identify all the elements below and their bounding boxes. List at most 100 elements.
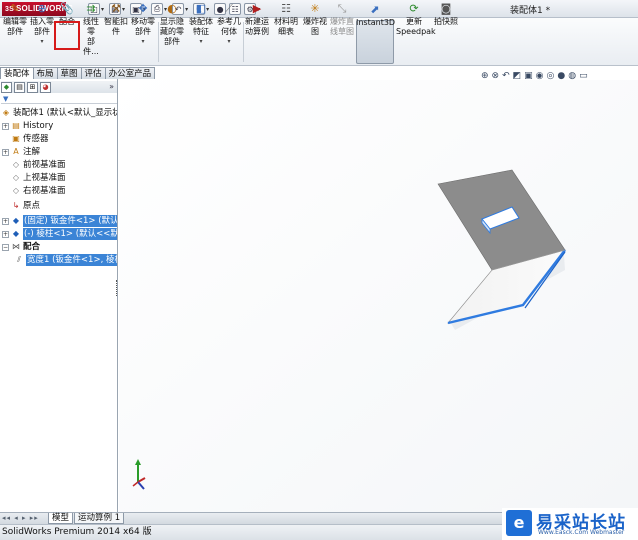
tab-scroll-arrows-icon[interactable]: ◂◂ ◂ ▸ ▸▸ — [2, 514, 39, 522]
annotation-icon: A — [13, 147, 19, 156]
tree-item-sheetmetal-part[interactable]: + ◆ (固定) 钣金件<1> (默认<< — [2, 215, 117, 227]
reference-geometry-icon: ⟋ — [225, 2, 233, 15]
smart-fastener-icon: ⚒ — [111, 2, 121, 15]
display-manager-tab-icon[interactable]: ◕ — [40, 81, 51, 93]
apply-scene-icon[interactable]: ◍ — [568, 71, 576, 81]
origin-icon: ↳ — [12, 201, 20, 210]
watermark: e 易采站长站 Www.Easck.Com Webmaster — [502, 508, 638, 540]
panel-tabs: ◆ ▤ ⊞ ◕ » — [1, 81, 117, 93]
window-title: 装配体1 * — [510, 6, 551, 16]
collapse-toggle[interactable]: − — [2, 243, 9, 251]
zoom-to-fit-icon[interactable]: ⊕ — [481, 71, 489, 81]
instant3d-button[interactable]: ⬈ Instant3D — [356, 3, 395, 28]
tree-item-sensors[interactable]: ▣ 传感器 — [2, 133, 117, 145]
new-motion-study-icon: ▶ — [252, 2, 262, 15]
part-icon: ◆ — [12, 229, 20, 238]
expand-toggle[interactable]: + — [2, 217, 9, 225]
part-icon: ◆ — [12, 216, 20, 225]
view-settings-icon[interactable]: ▭ — [579, 71, 588, 81]
smart-fastener-button[interactable]: ⚒ 智能扣 件 — [104, 2, 128, 37]
take-snapshot-button[interactable]: ◙ 拍快照 — [434, 2, 458, 27]
sensor-icon: ▣ — [12, 134, 20, 143]
mates-folder-icon: ⋈ — [12, 242, 20, 251]
command-tabs: 装配体 布局 草图 评估 办公室产品 — [0, 67, 172, 79]
watermark-logo-icon: e — [506, 510, 532, 536]
speedpak-icon: ⟳ — [409, 2, 419, 15]
configuration-manager-tab-icon[interactable]: ⊞ — [27, 81, 38, 93]
tree-item-origin[interactable]: ↳ 原点 — [2, 200, 117, 212]
edit-appearance-icon[interactable]: ● — [557, 71, 565, 81]
panel-expand-icon[interactable]: » — [109, 82, 114, 91]
assembly-icon: ◈ — [2, 108, 10, 117]
previous-view-icon[interactable]: ↶ — [502, 71, 510, 81]
move-component-button[interactable]: ✥ 移动零 部件 ▾ — [130, 2, 156, 47]
move-component-icon: ✥ — [138, 2, 148, 15]
width-mate-icon: ⫽ — [17, 255, 21, 264]
reference-geometry-button[interactable]: ⟋ 参考几 何体 ▾ — [216, 2, 242, 47]
new-motion-study-button[interactable]: ▶ 新建运 动算例 — [244, 2, 270, 37]
tree-item-annotations[interactable]: + A 注解 — [2, 146, 117, 158]
plane-icon: ◇ — [12, 186, 20, 195]
tab-layout[interactable]: 布局 — [32, 67, 58, 79]
hide-show-icon[interactable]: ◎ — [547, 71, 555, 81]
x-axis-icon — [137, 477, 146, 483]
tree-item-width-mate[interactable]: ⫽ 宽度1 (钣金件<1>, 棱柱 — [14, 254, 117, 266]
tree-item-top-plane[interactable]: ◇ 上视基准面 — [2, 172, 117, 184]
assembly-feature-icon: ◧ — [195, 2, 207, 15]
tree-item-mates[interactable]: − ⋈ 配合 — [2, 241, 117, 253]
move-dropdown-icon[interactable]: ▾ — [130, 37, 156, 47]
show-hidden-components-button[interactable]: ◐ 显示隐 藏的零 部件 — [160, 2, 184, 47]
expand-toggle[interactable]: + — [2, 148, 9, 156]
x-axis-neg-icon — [132, 481, 139, 487]
expand-toggle[interactable]: + — [2, 230, 9, 238]
linear-pattern-button[interactable]: ⇉ 线性零 部件... — [80, 2, 102, 57]
edit-component-button[interactable]: ✎ 编辑零 部件 — [2, 2, 28, 37]
view-orientation-icon[interactable]: ▣ — [524, 71, 533, 81]
tree-item-front-plane[interactable]: ◇ 前视基准面 — [2, 159, 117, 171]
tab-evaluate[interactable]: 评估 — [80, 67, 106, 79]
update-speedpak-button[interactable]: ⟳ 更新 Speedpak — [396, 2, 436, 37]
filter-icon[interactable]: ▼ — [1, 95, 117, 104]
section-view-icon[interactable]: ◩ — [513, 71, 522, 81]
insert-dropdown-icon[interactable]: ▾ — [30, 37, 54, 47]
insert-component-button[interactable]: ⊕ 插入零 部件 ▾ — [30, 2, 54, 47]
model-viewport — [119, 80, 638, 512]
tree-root[interactable]: ◈ 装配体1 (默认<默认_显示状态 — [1, 107, 117, 119]
mate-highlight-box — [54, 21, 80, 50]
plane-icon: ◇ — [12, 173, 20, 182]
zoom-area-icon[interactable]: ⊗ — [492, 71, 500, 81]
bill-of-materials-button[interactable]: ☷ 材料明 细表 — [273, 2, 299, 37]
feature-manager-tab-icon[interactable]: ◆ — [1, 81, 12, 93]
mate-icon: 📎 — [60, 2, 74, 15]
graphics-area[interactable] — [119, 80, 638, 512]
z-axis-icon — [137, 481, 145, 490]
tree-item-history[interactable]: + ▤ History — [2, 120, 117, 132]
exploded-view-button[interactable]: ✳ 爆炸视 图 — [302, 2, 328, 37]
plane-icon: ◇ — [12, 160, 20, 169]
insert-component-icon: ⊕ — [37, 2, 47, 15]
explode-line-icon: ⤡ — [337, 2, 347, 15]
tab-assembly[interactable]: 装配体 — [0, 67, 34, 79]
tab-office-products[interactable]: 办公室产品 — [104, 67, 156, 79]
explode-line-sketch-button[interactable]: ⤡ 爆炸直 线草图 — [329, 2, 355, 37]
tree-item-prism-part[interactable]: + ◆ (-) 棱柱<1> (默认<<默认> — [2, 228, 117, 240]
y-axis-arrow-icon — [135, 459, 141, 465]
exploded-view-icon: ✳ — [310, 2, 320, 15]
watermark-url: Www.Easck.Com Webmaster — [538, 529, 625, 536]
edit-component-icon: ✎ — [10, 2, 20, 15]
tab-sketch[interactable]: 草图 — [56, 67, 82, 79]
linear-pattern-icon: ⇉ — [86, 2, 96, 15]
instant3d-icon: ⬈ — [370, 3, 380, 16]
assembly-features-button[interactable]: ◧ 装配体 特征 ▾ — [188, 2, 214, 47]
show-hidden-icon: ◐ — [167, 2, 177, 15]
display-style-icon[interactable]: ◉ — [536, 71, 544, 81]
tab-motion-study[interactable]: 运动算例 1 — [74, 513, 125, 524]
axis-triad — [132, 459, 146, 490]
toolbar-separator — [158, 22, 159, 62]
property-manager-tab-icon[interactable]: ▤ — [14, 81, 25, 93]
tree-item-right-plane[interactable]: ◇ 右视基准面 — [2, 185, 117, 197]
expand-toggle[interactable]: + — [2, 122, 9, 130]
reference-geometry-dropdown-icon[interactable]: ▾ — [216, 37, 242, 47]
tab-model[interactable]: 模型 — [48, 513, 74, 524]
assembly-feature-dropdown-icon[interactable]: ▾ — [188, 37, 214, 47]
